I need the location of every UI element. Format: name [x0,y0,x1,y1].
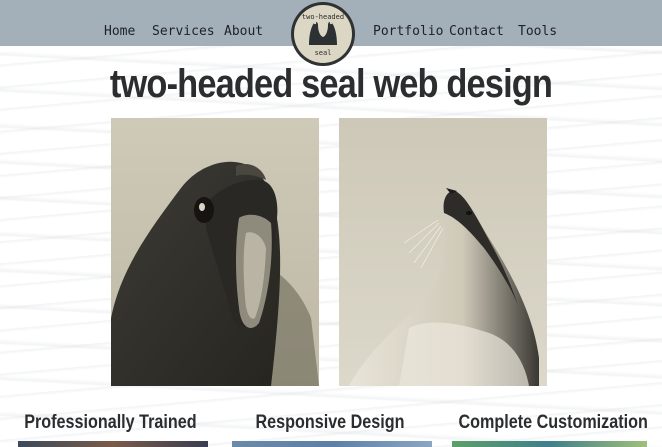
feature-title-trained: Professionally Trained [24,412,197,433]
feature-image-responsive [232,441,432,447]
feature-image-customization [452,441,647,447]
feature-title-responsive: Responsive Design [255,412,405,433]
nav-home-link[interactable]: Home [104,24,135,39]
site-logo[interactable]: two-headed seal [291,2,355,66]
logo-badge: two-headed seal [294,5,352,63]
nav-services-link[interactable]: Services [152,24,215,39]
feature-title-customization: Complete Customization [458,412,648,433]
nav-tools-link[interactable]: Tools [518,24,557,39]
features-row: Professionally Trained Responsive Design… [0,412,662,447]
seal-yawning-photo [111,118,319,386]
nav-portfolio-link[interactable]: Portfolio [373,24,443,39]
page-headline: two-headed seal web design [109,62,553,106]
nav-contact-link[interactable]: Contact [449,24,504,39]
feature-image-trained [18,441,208,447]
seal-looking-up-photo [339,118,547,386]
nav-about-link[interactable]: About [224,24,263,39]
logo-bottom-text: seal [314,49,332,57]
